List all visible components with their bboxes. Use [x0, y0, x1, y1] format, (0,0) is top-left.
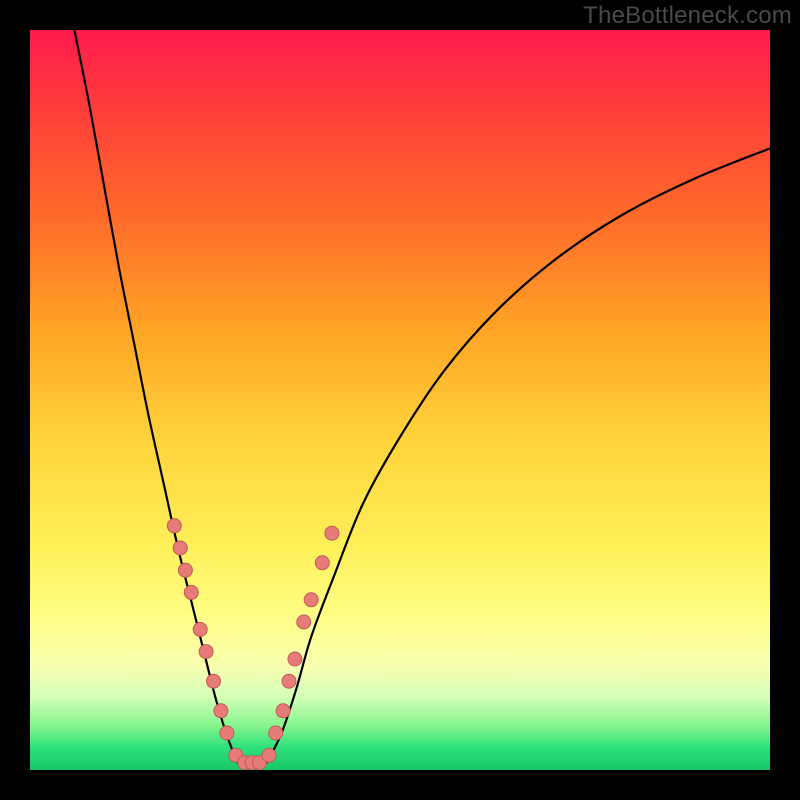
- scatter-dot: [173, 541, 187, 555]
- plot-area: [30, 30, 770, 770]
- scatter-dot: [325, 526, 339, 540]
- scatter-dot: [262, 748, 276, 762]
- scatter-dot: [214, 704, 228, 718]
- scatter-dots: [167, 519, 339, 770]
- scatter-dot: [193, 622, 207, 636]
- chart-frame: TheBottleneck.com: [0, 0, 800, 800]
- scatter-dot: [184, 585, 198, 599]
- scatter-dot: [276, 704, 290, 718]
- curve-right-branch: [267, 148, 770, 762]
- watermark-text: TheBottleneck.com: [583, 2, 792, 30]
- scatter-dot: [297, 615, 311, 629]
- scatter-dot: [304, 593, 318, 607]
- scatter-dot: [207, 674, 221, 688]
- scatter-dot: [167, 519, 181, 533]
- scatter-dot: [315, 556, 329, 570]
- scatter-dot: [199, 645, 213, 659]
- curve-svg: [30, 30, 770, 770]
- scatter-dot: [269, 726, 283, 740]
- scatter-dot: [220, 726, 234, 740]
- scatter-dot: [178, 563, 192, 577]
- scatter-dot: [282, 674, 296, 688]
- scatter-dot: [288, 652, 302, 666]
